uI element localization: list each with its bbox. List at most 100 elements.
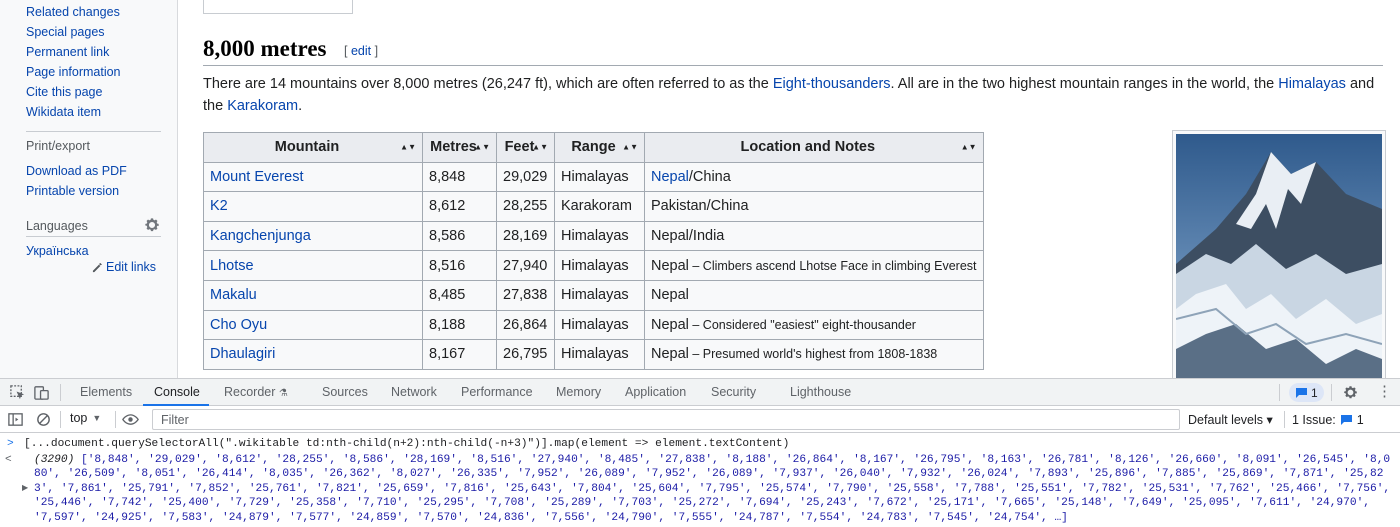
console-result-row[interactable]: < ▶ (3290) ['8,848', '29,029', '8,612', … bbox=[0, 453, 1400, 526]
mountain-cell: Dhaulagiri bbox=[203, 339, 423, 370]
feet-cell: 26,795 bbox=[496, 339, 555, 370]
sort-icon[interactable]: ▲▼ bbox=[400, 143, 416, 151]
section-heading: 8,000 metres bbox=[203, 36, 327, 61]
wikipedia-page: Related changes Special pages Permanent … bbox=[0, 0, 1400, 378]
clear-console-icon[interactable] bbox=[35, 411, 52, 428]
range-cell: Himalayas bbox=[554, 339, 645, 370]
column-header-mountain[interactable]: Mountain ▲▼ bbox=[203, 132, 423, 163]
sidebar-toggle-icon[interactable] bbox=[7, 411, 24, 428]
tab-elements[interactable]: Elements bbox=[80, 379, 132, 406]
column-header-label: Range bbox=[571, 139, 616, 156]
everest-photo[interactable] bbox=[1172, 130, 1386, 378]
sidebar-link-special-pages[interactable]: Special pages bbox=[26, 25, 105, 39]
context-selector[interactable]: top ▼ bbox=[70, 411, 101, 425]
mountain-link[interactable]: K2 bbox=[210, 198, 228, 214]
log-levels-dropdown[interactable]: Default levels ▾ bbox=[1188, 412, 1273, 427]
table-row: K2 8,612 28,255 Karakoram Pakistan/China bbox=[203, 191, 984, 222]
issues-button[interactable]: 1 Issue: 1 bbox=[1292, 410, 1364, 429]
table-row: Kangchenjunga 8,586 28,169 Himalayas Nepal/I… bbox=[203, 220, 984, 252]
feet-cell: 28,169 bbox=[496, 220, 555, 252]
sidebar-link-language-ukrainian[interactable]: Українська bbox=[26, 244, 89, 258]
column-header-metres[interactable]: Metres ▲▼ bbox=[422, 132, 497, 163]
console-command-row[interactable]: > [...document.querySelectorAll(".wikita… bbox=[0, 436, 1400, 453]
console-result: (3290) ['8,848', '29,029', '8,612', '28,… bbox=[34, 453, 1394, 525]
gear-icon[interactable] bbox=[143, 216, 161, 234]
sidebar-link-wikidata-item[interactable]: Wikidata item bbox=[26, 105, 101, 119]
metres-cell: 8,612 bbox=[422, 191, 497, 222]
mountain-cell: Kangchenjunga bbox=[203, 220, 423, 252]
range-cell: Himalayas bbox=[554, 309, 645, 341]
tab-sources[interactable]: Sources bbox=[322, 379, 368, 406]
range-cell: Karakoram bbox=[554, 191, 645, 222]
location-cell: Nepal – Climbers ascend Lhotse Face in c… bbox=[644, 250, 984, 281]
chevron-down-icon: ▼ bbox=[92, 413, 102, 423]
table-body: Mount Everest 8,848 29,029 Himalayas Nepal/C… bbox=[203, 161, 984, 370]
sidebar-link-cite-this-page[interactable]: Cite this page bbox=[26, 85, 102, 99]
result-array: ['8,848', '29,029', '8,612', '28,255', '… bbox=[34, 454, 1391, 524]
filter-input[interactable] bbox=[152, 409, 1180, 430]
sort-icon[interactable]: ▲▼ bbox=[532, 143, 548, 151]
edit-links-label: Edit links bbox=[106, 260, 157, 274]
feet-cell: 26,864 bbox=[496, 309, 555, 341]
result-count: (3290) bbox=[34, 454, 81, 466]
sort-icon[interactable]: ▲▼ bbox=[961, 143, 977, 151]
column-header-location[interactable]: Location and Notes ▲▼ bbox=[644, 132, 984, 163]
inspect-icon[interactable] bbox=[9, 384, 26, 401]
mountain-link[interactable]: Cho Oyu bbox=[210, 317, 267, 333]
table-header-row: Mountain ▲▼ Metres ▲▼ Feet ▲▼ Range ▲▼ Locat… bbox=[203, 132, 984, 163]
tab-memory[interactable]: Memory bbox=[556, 379, 601, 406]
settings-icon[interactable] bbox=[1342, 384, 1359, 401]
section-edit-button[interactable]: edit bbox=[351, 44, 371, 58]
previous-table-edge bbox=[203, 0, 353, 14]
mountain-link[interactable]: Dhaulagiri bbox=[210, 346, 275, 362]
tab-security[interactable]: Security bbox=[711, 379, 756, 406]
tab-network[interactable]: Network bbox=[391, 379, 437, 406]
tab-recorder[interactable]: Recorder ⚗ bbox=[224, 379, 288, 406]
eight-thousanders-link[interactable]: Eight-thousanders bbox=[773, 76, 891, 92]
metres-cell: 8,188 bbox=[422, 309, 497, 341]
sort-icon[interactable]: ▲▼ bbox=[474, 143, 490, 151]
location-note: – Considered "easiest" eight-thousander bbox=[688, 317, 916, 332]
sidebar-link-related-changes[interactable]: Related changes bbox=[26, 5, 120, 19]
edit-links-link[interactable]: Edit links bbox=[92, 260, 156, 274]
feet-cell: 29,029 bbox=[496, 161, 555, 193]
location-text: Nepal bbox=[651, 346, 689, 363]
intro-text: . bbox=[298, 98, 303, 114]
tab-performance[interactable]: Performance bbox=[461, 379, 533, 406]
result-return-icon: < bbox=[5, 454, 12, 466]
sidebar-link-printable-version[interactable]: Printable version bbox=[26, 184, 119, 198]
country-link[interactable]: Nepal bbox=[651, 169, 689, 185]
messages-badge[interactable]: 1 bbox=[1289, 383, 1324, 402]
tab-console[interactable]: Console bbox=[154, 379, 200, 406]
sidebar-link-download-pdf[interactable]: Download as PDF bbox=[26, 164, 127, 178]
sidebar-link-permanent-link[interactable]: Permanent link bbox=[26, 45, 109, 59]
tab-lighthouse[interactable]: Lighthouse bbox=[790, 379, 851, 406]
metres-cell: 8,848 bbox=[422, 161, 497, 193]
mountain-link[interactable]: Mount Everest bbox=[210, 169, 304, 185]
device-toggle-icon[interactable] bbox=[33, 384, 50, 401]
mountain-link[interactable]: Lhotse bbox=[210, 258, 254, 274]
sort-icon[interactable]: ▲▼ bbox=[622, 143, 638, 151]
tab-recorder-label: Recorder bbox=[224, 385, 276, 399]
eye-icon[interactable] bbox=[122, 411, 139, 428]
sidebar-link-page-information[interactable]: Page information bbox=[26, 65, 121, 79]
intro-text: There are 14 mountains over 8,000 metres… bbox=[203, 76, 773, 92]
tab-application[interactable]: Application bbox=[625, 379, 686, 406]
more-icon[interactable]: ⋮ bbox=[1377, 382, 1392, 402]
mountain-cell: K2 bbox=[203, 191, 423, 222]
himalayas-link[interactable]: Himalayas bbox=[1278, 76, 1346, 92]
mountain-cell: Lhotse bbox=[203, 250, 423, 281]
karakoram-link[interactable]: Karakoram bbox=[227, 98, 298, 114]
expand-triangle-icon[interactable]: ▶ bbox=[22, 482, 28, 496]
column-header-label: Feet bbox=[504, 139, 535, 156]
location-note: – Presumed world's highest from 1808-183… bbox=[688, 347, 938, 362]
mountain-link[interactable]: Makalu bbox=[210, 287, 257, 303]
location-text: Nepal bbox=[651, 287, 689, 304]
edit-bracket-close: ] bbox=[371, 44, 379, 58]
console-toolbar: top ▼ Default levels ▾ 1 Issue: 1 bbox=[0, 406, 1400, 433]
mountain-link[interactable]: Kangchenjunga bbox=[210, 228, 311, 244]
column-header-feet[interactable]: Feet ▲▼ bbox=[496, 132, 555, 163]
location-text: Pakistan/China bbox=[651, 198, 749, 215]
column-header-range[interactable]: Range ▲▼ bbox=[554, 132, 645, 163]
messages-count: 1 bbox=[1311, 385, 1318, 400]
